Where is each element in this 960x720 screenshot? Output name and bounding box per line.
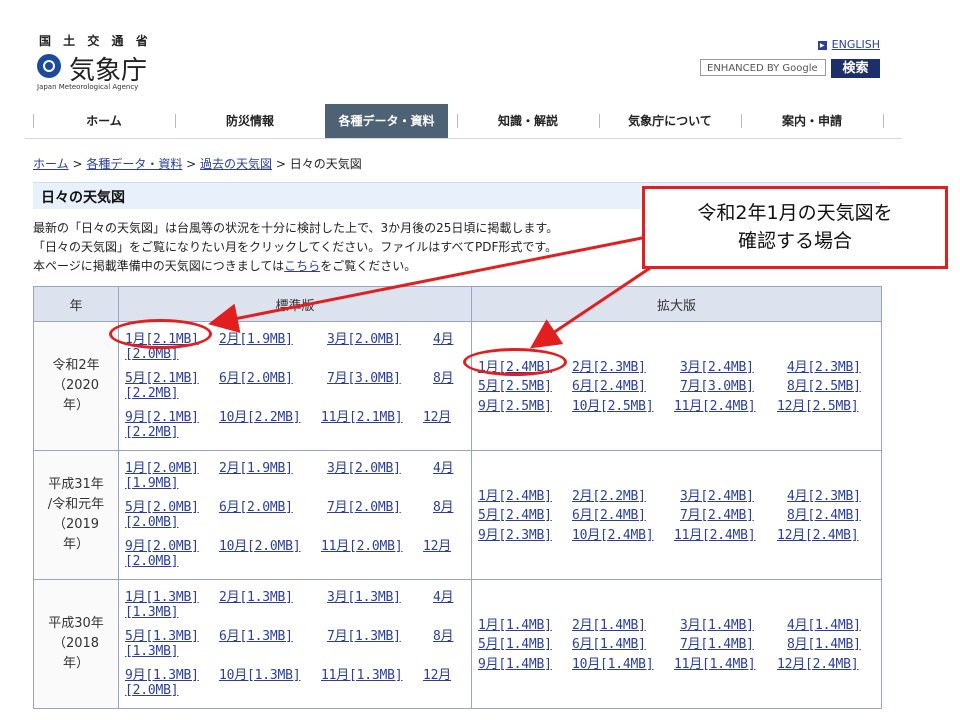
annotation-arrows: [208, 234, 666, 349]
page: 国 土 交 通 省 気象庁 Japan Meteorological Agenc…: [0, 0, 960, 720]
callout-line-2: 確認する場合: [737, 230, 852, 252]
annotation-callout: 令和2年1月の天気図を 確認する場合: [642, 186, 948, 269]
arrow-to-enlarged: [530, 256, 666, 349]
callout-line-1: 令和2年1月の天気図を: [697, 202, 893, 224]
